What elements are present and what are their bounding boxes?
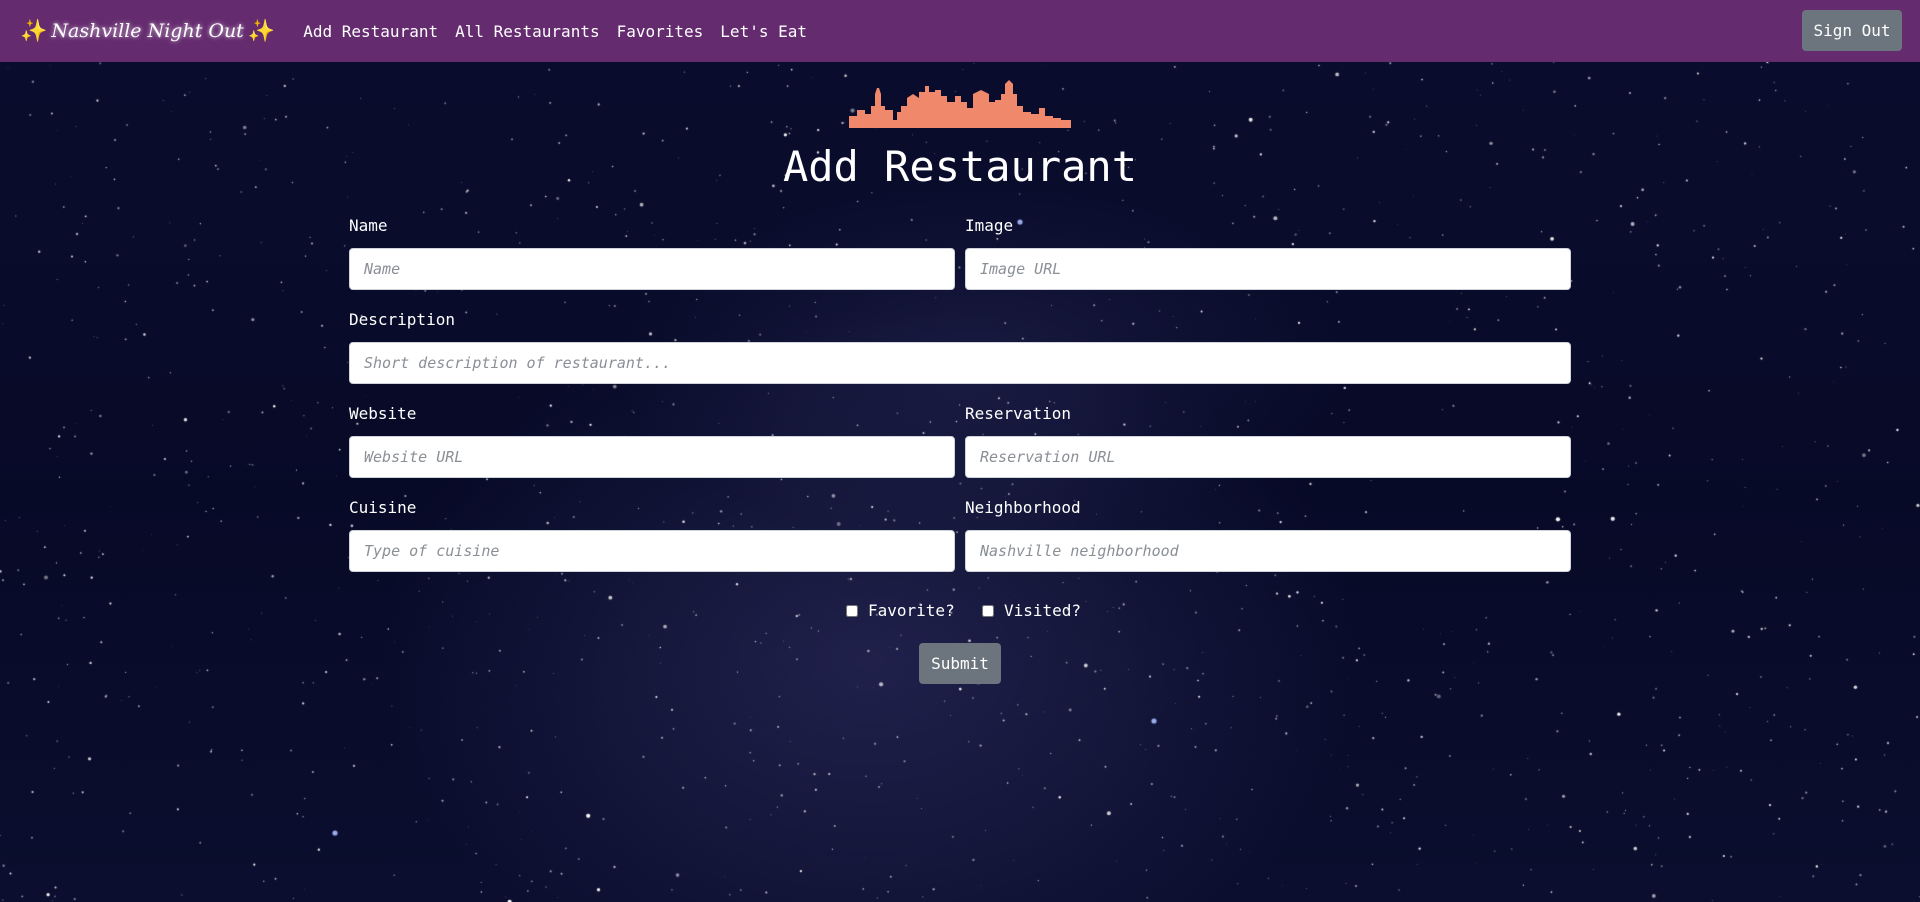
nav-link-lets-eat[interactable]: Let's Eat: [720, 22, 807, 41]
cuisine-label: Cuisine: [349, 498, 417, 517]
favorite-label: Favorite?: [868, 601, 955, 620]
cuisine-input[interactable]: [349, 530, 955, 572]
brand-name: Nashville Night Out: [51, 20, 244, 42]
page-title: Add Restaurant: [782, 142, 1137, 191]
reservation-url-input[interactable]: [965, 436, 1571, 478]
website-url-input[interactable]: [349, 436, 955, 478]
image-url-input[interactable]: [965, 248, 1571, 290]
brand-logo[interactable]: ✨ Nashville Night Out ✨: [20, 19, 275, 44]
nashville-skyline-icon: [849, 80, 1071, 128]
visited-checkbox[interactable]: [982, 604, 994, 617]
neighborhood-label: Neighborhood: [965, 498, 1081, 517]
favorite-option: Favorite?: [846, 601, 955, 620]
image-label: Image: [965, 216, 1014, 235]
nav-link-all-restaurants[interactable]: All Restaurants: [455, 22, 600, 41]
nav-link-favorites[interactable]: Favorites: [617, 22, 704, 41]
nav-link-add-restaurant[interactable]: Add Restaurant: [303, 22, 438, 41]
name-label: Name: [349, 216, 388, 235]
sparkle-icon: ✨: [247, 18, 276, 44]
favorite-checkbox[interactable]: [846, 604, 858, 617]
name-input[interactable]: [349, 248, 955, 290]
description-label: Description: [349, 310, 455, 329]
description-input[interactable]: [349, 342, 1571, 384]
visited-label: Visited?: [1004, 601, 1082, 620]
navbar: ✨ Nashville Night Out ✨ Add Restaurant A…: [0, 0, 1920, 62]
nav-links: Add Restaurant All Restaurants Favorites…: [303, 22, 824, 41]
visited-option: Visited?: [982, 601, 1081, 620]
sparkle-icon: ✨: [20, 18, 48, 44]
sign-out-button[interactable]: Sign Out: [1802, 10, 1902, 51]
reservation-label: Reservation: [965, 404, 1071, 423]
starry-sky-background: [0, 0, 1920, 902]
neighborhood-input[interactable]: [965, 530, 1571, 572]
website-label: Website: [349, 404, 417, 423]
submit-button[interactable]: Submit: [919, 643, 1001, 684]
